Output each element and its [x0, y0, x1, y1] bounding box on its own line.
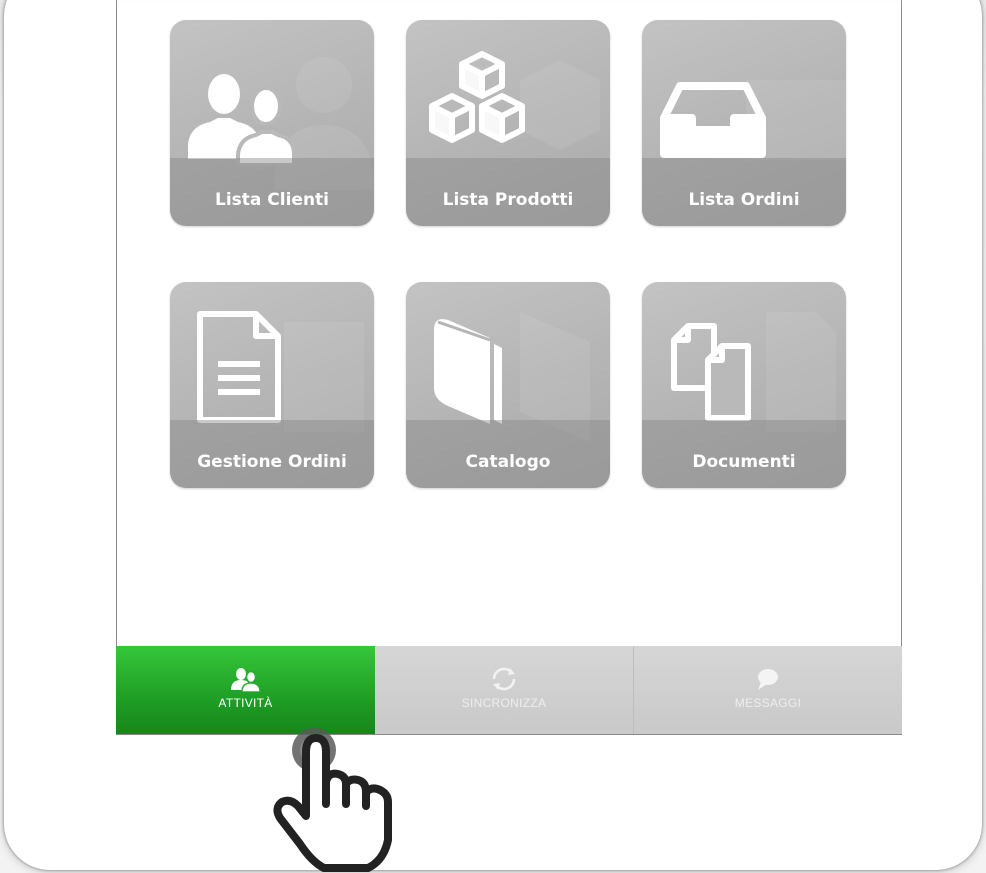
document-icon	[197, 311, 281, 423]
chat-bubble-icon	[758, 669, 778, 690]
tile-label: Lista Ordini	[688, 190, 800, 210]
tab-sincronizza[interactable]: SINCRONIZZA	[375, 646, 633, 734]
tab-label: SINCRONIZZA	[461, 696, 547, 710]
tile-lista-prodotti[interactable]: Lista Prodotti	[406, 20, 610, 226]
tab-label: MESSAGGI	[734, 696, 802, 710]
tile-label: Lista Clienti	[214, 190, 329, 210]
app-screen: Lista Clienti Lista Prodotti Lista Ordin…	[116, 0, 902, 735]
tab-messaggi[interactable]: MESSAGGI	[634, 646, 902, 734]
tile-gestione-ordini[interactable]: Gestione Ordini	[170, 282, 374, 488]
boxes-icon	[429, 51, 525, 143]
menu-grid: Lista Clienti Lista Prodotti Lista Ordin…	[170, 20, 846, 490]
sync-icon	[492, 667, 516, 691]
pointing-hand-icon	[273, 728, 392, 872]
tile-label: Catalogo	[465, 452, 551, 472]
tile-catalogo[interactable]: Catalogo	[406, 282, 610, 488]
users-icon	[230, 668, 261, 692]
tile-documenti[interactable]: Documenti	[642, 282, 846, 488]
tablet-frame: Lista Clienti Lista Prodotti Lista Ordin…	[4, 0, 982, 870]
tile-lista-ordini[interactable]: Lista Ordini	[642, 20, 846, 226]
tile-lista-clienti[interactable]: Lista Clienti	[170, 20, 374, 226]
book-icon	[434, 319, 502, 424]
tile-label: Gestione Ordini	[197, 452, 347, 472]
tab-attivita[interactable]: ATTIVITÀ	[116, 646, 375, 734]
tile-label: Documenti	[692, 452, 796, 472]
users-icon	[188, 74, 296, 166]
inbox-tray-icon	[660, 82, 766, 158]
bottom-tab-bar: ATTIVITÀ SINCRONIZZA MESSAGGI	[116, 646, 902, 734]
tile-label: Lista Prodotti	[442, 190, 574, 210]
top-fade	[116, 0, 902, 4]
copy-documents-icon	[671, 323, 751, 421]
tab-label: ATTIVITÀ	[218, 696, 273, 710]
